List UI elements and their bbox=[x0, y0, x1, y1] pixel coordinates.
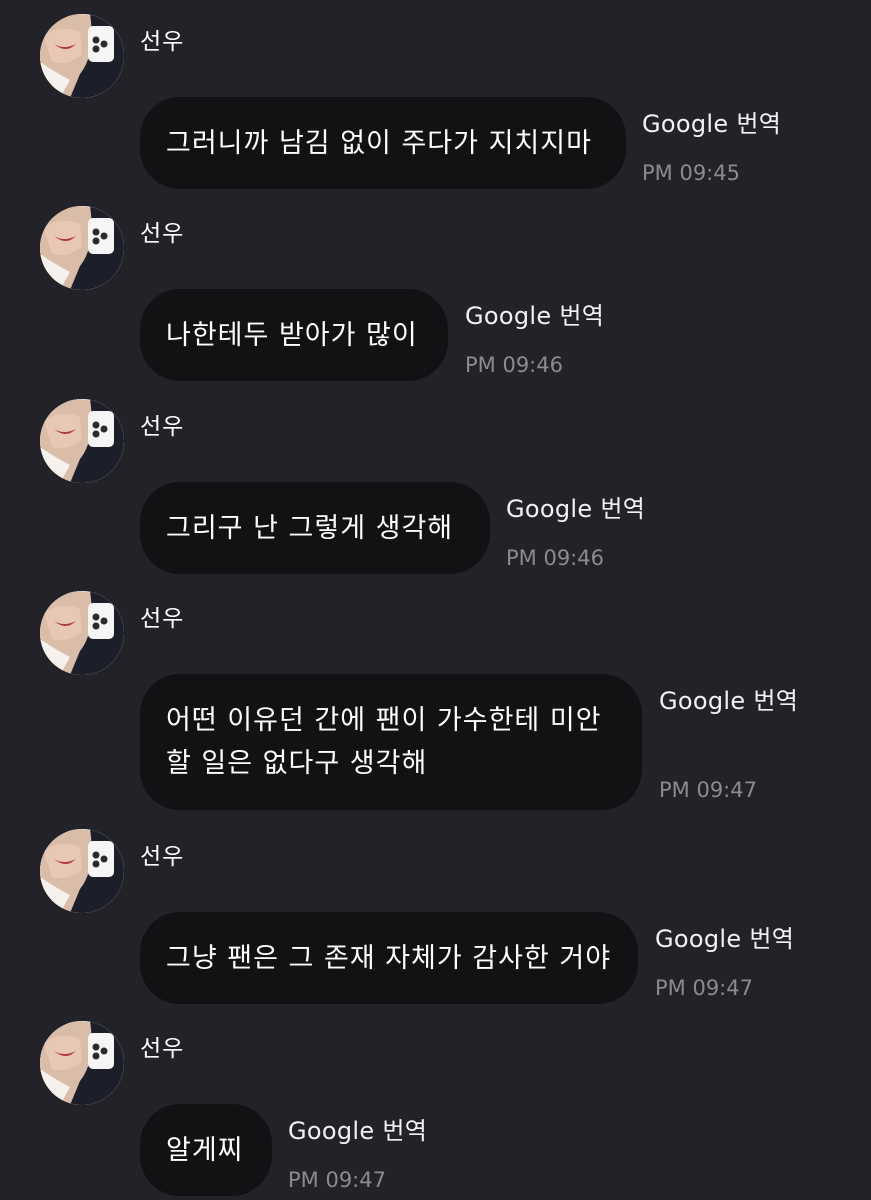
avatar-photo-icon bbox=[40, 206, 124, 290]
message-time: PM 09:46 bbox=[465, 353, 563, 377]
message-bubble[interactable]: 그리구 난 그렇게 생각해 bbox=[140, 482, 490, 574]
sender-name: 선우 bbox=[140, 414, 185, 440]
avatar[interactable] bbox=[40, 829, 124, 913]
message-bubble[interactable]: 나한테두 받아가 많이 bbox=[140, 289, 448, 381]
google-translate-link[interactable]: Google 번역 bbox=[506, 489, 645, 524]
avatar[interactable] bbox=[40, 1021, 124, 1105]
avatar[interactable] bbox=[40, 591, 124, 675]
avatar-photo-icon bbox=[40, 591, 124, 675]
message-meta: Google 번역 PM 09:47 bbox=[659, 681, 798, 802]
message-text: 알게찌 bbox=[166, 1135, 244, 1166]
chat-thread: 선우 그러니까 남김 없이 주다가 지치지마 Google 번역 PM 09:4… bbox=[0, 0, 871, 1200]
message-bubble[interactable]: 알게찌 bbox=[140, 1104, 272, 1196]
avatar-photo-icon bbox=[40, 829, 124, 913]
message-bubble[interactable]: 그러니까 남김 없이 주다가 지치지마 bbox=[140, 97, 626, 189]
message-text-line-1: 어떤 이유던 간에 팬이 가수한테 미안 bbox=[166, 705, 602, 736]
message-text: 그리구 난 그렇게 생각해 bbox=[166, 513, 454, 544]
sender-name: 선우 bbox=[140, 1036, 185, 1062]
message-meta: Google 번역 PM 09:47 bbox=[655, 919, 794, 1000]
avatar-photo-icon bbox=[40, 1021, 124, 1105]
avatar[interactable] bbox=[40, 206, 124, 290]
message-bubble[interactable]: 그냥 팬은 그 존재 자체가 감사한 거야 bbox=[140, 912, 638, 1004]
message-time: PM 09:47 bbox=[659, 778, 757, 802]
avatar[interactable] bbox=[40, 399, 124, 483]
message-time: PM 09:47 bbox=[655, 976, 753, 1000]
message-time: PM 09:46 bbox=[506, 546, 604, 570]
message-text-line-2: 할 일은 없다구 생각해 bbox=[166, 748, 428, 779]
google-translate-link[interactable]: Google 번역 bbox=[642, 104, 781, 139]
google-translate-link[interactable]: Google 번역 bbox=[288, 1111, 427, 1146]
message-meta: Google 번역 PM 09:45 bbox=[642, 104, 781, 185]
avatar[interactable] bbox=[40, 14, 124, 98]
sender-name: 선우 bbox=[140, 29, 185, 55]
message-text: 그냥 팬은 그 존재 자체가 감사한 거야 bbox=[166, 943, 612, 974]
message-text: 그러니까 남김 없이 주다가 지치지마 bbox=[166, 128, 592, 159]
message-time: PM 09:45 bbox=[642, 161, 740, 185]
sender-name: 선우 bbox=[140, 221, 185, 247]
message-meta: Google 번역 PM 09:46 bbox=[506, 489, 645, 570]
avatar-photo-icon bbox=[40, 399, 124, 483]
sender-name: 선우 bbox=[140, 844, 185, 870]
message-meta: Google 번역 PM 09:46 bbox=[465, 296, 604, 377]
sender-name: 선우 bbox=[140, 606, 185, 632]
message-meta: Google 번역 PM 09:47 bbox=[288, 1111, 427, 1192]
message-text: 나한테두 받아가 많이 bbox=[166, 320, 418, 351]
google-translate-link[interactable]: Google 번역 bbox=[465, 296, 604, 331]
google-translate-link[interactable]: Google 번역 bbox=[659, 681, 798, 716]
avatar-photo-icon bbox=[40, 14, 124, 98]
google-translate-link[interactable]: Google 번역 bbox=[655, 919, 794, 954]
message-bubble[interactable]: 어떤 이유던 간에 팬이 가수한테 미안 할 일은 없다구 생각해 bbox=[140, 674, 642, 810]
message-time: PM 09:47 bbox=[288, 1168, 386, 1192]
